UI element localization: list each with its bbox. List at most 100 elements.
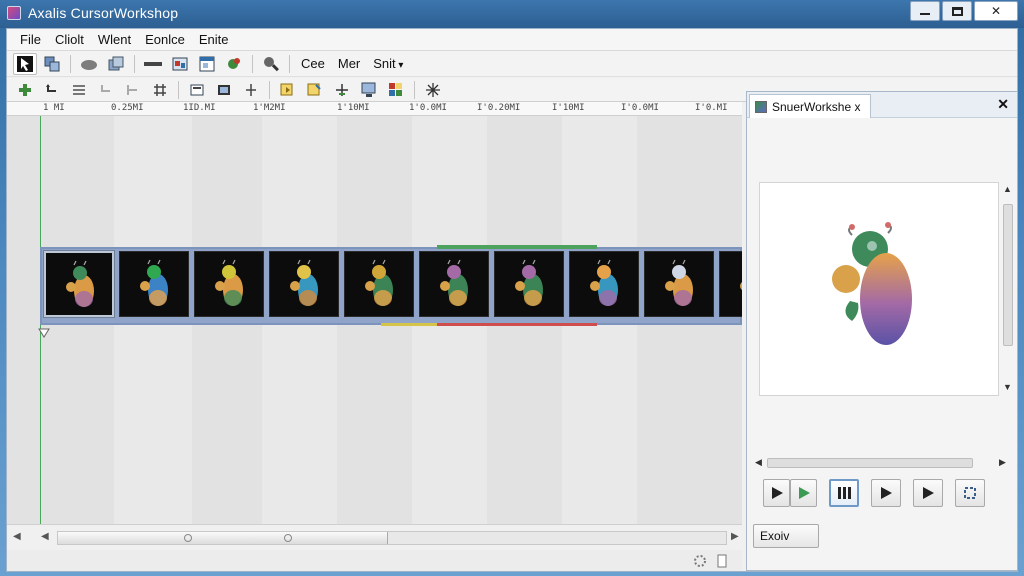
scroll-up-icon[interactable]: ▲ [1003,184,1012,194]
ruler-label: 1ID.MI [183,103,216,113]
ruler-label: 1'0.0MI [409,103,447,113]
duplicate-frame-button[interactable] [303,79,327,101]
window-title: Axalis CursorWorkshop [28,5,179,21]
preview-hscroll-thumb[interactable] [767,458,973,468]
timeline-frame[interactable] [269,251,339,317]
frame-thumbnail-icon [515,259,543,306]
close-icon: ✕ [990,4,1002,18]
maximize-button[interactable] [942,1,972,21]
zoom-button[interactable] [259,53,283,75]
frame-thumbnail-icon [440,259,468,306]
step-forward-button[interactable] [871,479,901,507]
preview-panel: SnuerWorkshe x ✕ ▲ ▼ ◀ ▶ Exoiv [746,91,1018,571]
timeline-frame[interactable] [344,251,414,317]
open-button[interactable] [40,53,64,75]
screen-button[interactable] [357,79,381,101]
timeline-scrollbar[interactable]: ◀ ◀ ▶ [7,524,742,550]
move-frame-button[interactable] [330,79,354,101]
insert-frame-icon [280,83,293,95]
list-button[interactable] [67,79,91,101]
scroll-right-icon[interactable]: ▶ [999,457,1006,468]
timeline-frame[interactable] [44,251,114,317]
preview-tab[interactable]: SnuerWorkshe x [749,94,871,118]
loop-button[interactable] [955,479,985,507]
line-button[interactable] [141,53,165,75]
cloud-button[interactable] [77,53,101,75]
toolbar-snit-dropdown[interactable]: Snit [368,56,408,71]
minimize-button[interactable] [910,1,940,21]
stack-icon [108,56,124,70]
scroll-thumb[interactable] [58,532,388,544]
preview-close-icon[interactable]: ✕ [997,96,1009,113]
undo-button[interactable] [40,79,64,101]
timeline-canvas[interactable] [7,116,742,524]
playback-controls [763,479,985,507]
scroll-left-small-icon[interactable]: ◀ [41,531,49,542]
frame-thumbnail-icon [215,259,243,306]
preview-horizontal-scrollbar[interactable]: ◀ ▶ [755,456,1009,470]
frame-properties-button[interactable] [185,79,209,101]
timeline-frame[interactable] [644,251,714,317]
scroll-track[interactable] [57,531,727,545]
play-button[interactable] [763,479,790,507]
new-cursor-icon [17,55,33,72]
ruler-label: I'0.MI [695,103,728,113]
settings-icon[interactable] [693,554,707,568]
move-icon [336,83,348,96]
preview-vertical-scrollbar[interactable]: ▲ ▼ [1001,182,1015,396]
scroll-left-icon[interactable]: ◀ [13,531,21,542]
timeline-frame[interactable] [194,251,264,317]
menu-cliolt[interactable]: Cliolt [48,30,91,49]
export-button[interactable]: Exoiv [753,524,819,548]
preview-tab-icon [755,100,767,113]
list-icon [73,84,85,95]
next-frame-button[interactable] [913,479,943,507]
film-button[interactable] [212,79,236,101]
window-button[interactable] [195,53,219,75]
stack-button[interactable] [104,53,128,75]
toolbar-separator [414,80,415,99]
timeline-frame[interactable] [119,251,189,317]
palette-button[interactable] [384,79,408,101]
duplicate-frame-icon [307,83,321,95]
effects-button[interactable] [421,79,445,101]
scroll-left-icon[interactable]: ◀ [755,457,762,468]
play-loop-button[interactable] [790,479,817,507]
preview-tab-label: SnuerWorkshe x [772,99,861,114]
loop-icon [964,487,976,499]
frame-marker-icon[interactable] [38,328,50,338]
toolbar-cee[interactable]: Cee [296,56,330,71]
redo-button[interactable] [94,79,118,101]
sparkle-icon [426,82,440,97]
menu-file[interactable]: File [13,30,48,49]
menu-enite[interactable]: Enite [192,30,236,49]
close-button[interactable]: ✕ [974,1,1018,21]
preview-vscroll-thumb[interactable] [1003,204,1013,346]
timeline-frame[interactable] [569,251,639,317]
frame-thumbnail-icon [290,259,318,306]
scroll-right-icon[interactable]: ▶ [731,531,739,542]
timeline-frame[interactable] [719,251,742,317]
timeline-frame[interactable] [494,251,564,317]
minimize-icon [920,13,930,15]
menu-eonlce[interactable]: Eonlce [138,30,192,49]
document-icon[interactable] [715,554,729,568]
menu-wlent[interactable]: Wlent [91,30,138,49]
align-button[interactable] [239,79,263,101]
export-label: Exoiv [760,529,790,543]
toolbar-mer[interactable]: Mer [333,56,365,71]
image-button[interactable] [168,53,192,75]
pause-icon [838,487,851,499]
new-button[interactable] [13,52,37,75]
add-frame-button[interactable] [13,79,37,101]
paint-button[interactable] [222,53,246,75]
split-button[interactable] [121,79,145,101]
scroll-down-icon[interactable]: ▼ [1003,382,1012,392]
hash-button[interactable] [148,79,172,101]
insert-frame-button[interactable] [276,79,300,101]
timeline-frame[interactable] [419,251,489,317]
ruler-label: I'0.20MI [477,103,521,113]
ruler-label: 1'10MI [337,103,370,113]
ruler-label: 1 MI [43,103,65,113]
pause-button[interactable] [829,479,859,507]
